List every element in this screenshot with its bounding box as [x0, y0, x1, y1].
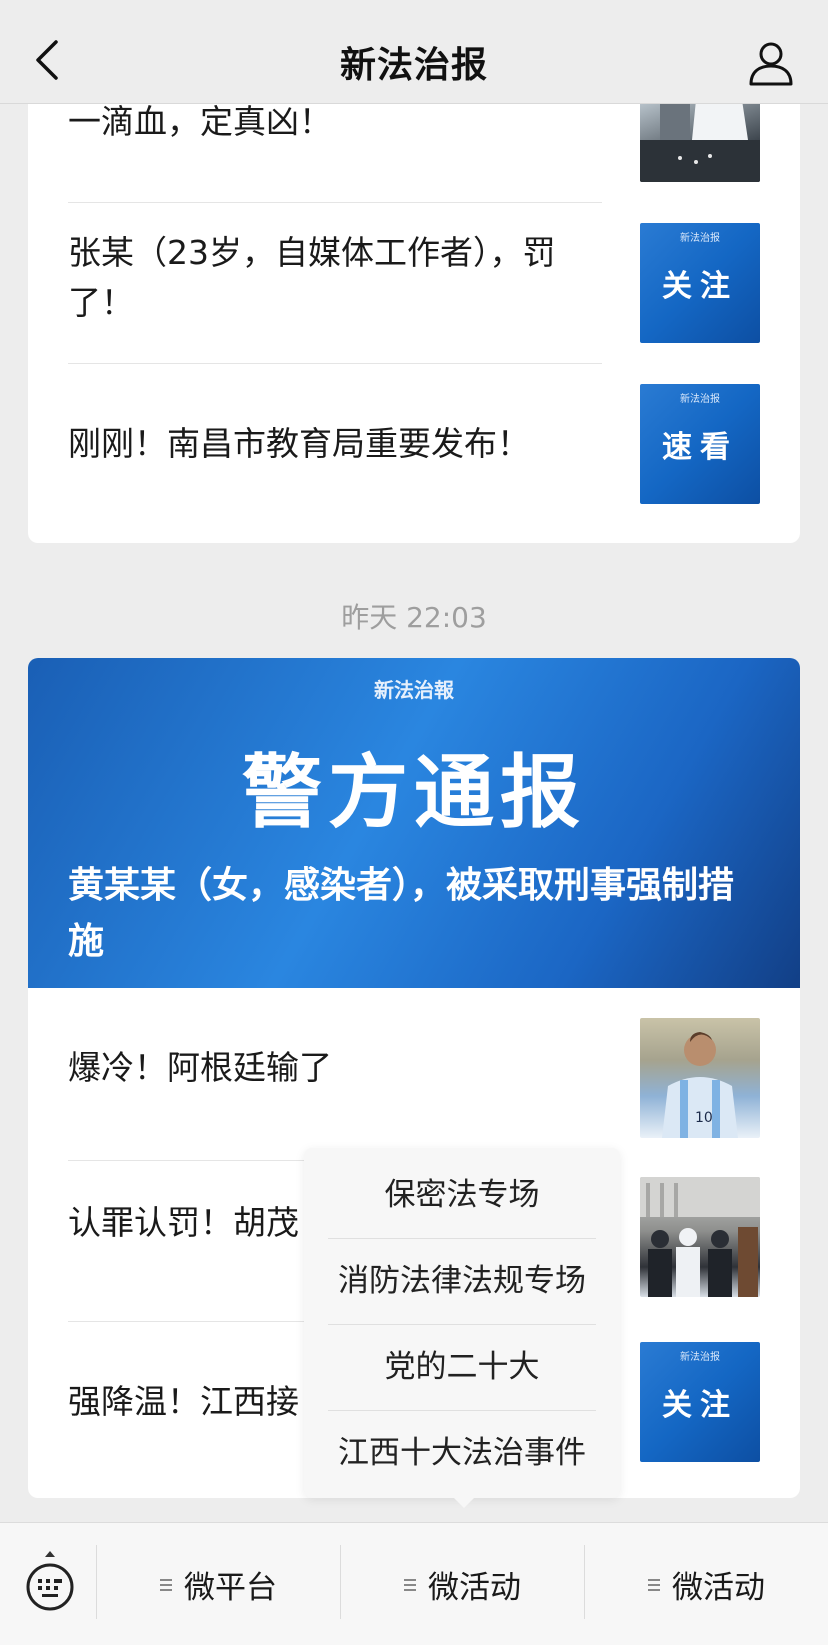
football-player-art: 10: [662, 1032, 738, 1138]
svg-text:10: 10: [695, 1110, 713, 1126]
person-icon[interactable]: [746, 38, 796, 88]
article-title[interactable]: 一滴血，定真凶！: [68, 97, 568, 147]
keyboard-icon[interactable]: [22, 1551, 78, 1611]
submenu-item[interactable]: 党的二十大: [304, 1324, 620, 1410]
article-thumbnail: 新法治报 关注: [640, 1342, 760, 1462]
menu-lines-icon: [160, 1576, 172, 1594]
article-thumbnail: 新法治报 速看: [640, 384, 760, 504]
menu-tab-wei-activity-2[interactable]: 微活动: [585, 1523, 828, 1645]
menu-lines-icon: [404, 1576, 416, 1594]
thumbnail-masthead: 新法治报: [680, 394, 720, 405]
submenu-item[interactable]: 保密法专场: [304, 1152, 620, 1238]
thumbnail-word: 关注: [662, 269, 738, 304]
thumbnail-word: 速看: [662, 430, 738, 465]
menu-tab-label: 微活动: [672, 1570, 765, 1606]
menu-tab-wei-activity[interactable]: 微活动: [341, 1523, 584, 1645]
cover-banner[interactable]: 新法治報 警方通报 黄某某（女，感染者），被采取刑事强制措施: [28, 658, 800, 988]
menu-tab-label: 微活动: [428, 1570, 521, 1606]
article-title[interactable]: 张某（23岁，自媒体工作者），罚了！: [68, 228, 588, 328]
bottom-menu-bar: 微平台 微活动 微活动: [0, 1522, 828, 1645]
article-title[interactable]: 爆冷！阿根廷输了: [68, 1043, 568, 1093]
thumbnail-masthead: 新法治报: [680, 233, 720, 244]
nav-header: 新法治报: [0, 0, 828, 104]
banner-title: 警方通报: [242, 746, 586, 839]
banner-masthead: 新法治報: [374, 678, 454, 702]
article-item[interactable]: 爆冷！阿根廷输了 10: [28, 988, 800, 1148]
article-card: 一滴血，定真凶！ 张某（23岁，自媒体工作者），罚了！ 新法治报 关注 刚刚！南…: [28, 60, 800, 543]
menu-tab-label: 微平台: [184, 1570, 277, 1606]
courtroom-art: [640, 1177, 760, 1297]
menu-tab-wei-platform[interactable]: 微平台: [97, 1523, 340, 1645]
thumbnail-word: 关注: [662, 1388, 738, 1423]
article-thumbnail: 新法治报 关注: [640, 223, 760, 343]
submenu-popup: 保密法专场 消防法律法规专场 党的二十大 江西十大法治事件: [304, 1148, 620, 1508]
article-title[interactable]: 刚刚！南昌市教育局重要发布！: [68, 419, 588, 469]
message-timestamp: 昨天 22:03: [341, 601, 487, 634]
thumbnail-masthead: 新法治报: [680, 1352, 720, 1363]
article-item[interactable]: 刚刚！南昌市教育局重要发布！ 新法治报 速看: [28, 364, 800, 524]
article-item[interactable]: 张某（23岁，自媒体工作者），罚了！ 新法治报 关注: [28, 203, 800, 363]
page-title: 新法治报: [339, 45, 488, 86]
menu-lines-icon: [648, 1576, 660, 1594]
courtroom-photo: [640, 1177, 760, 1297]
banner-headline[interactable]: 黄某某（女，感染者），被采取刑事强制措施: [68, 858, 748, 970]
football-player-photo: 10: [640, 1018, 760, 1138]
submenu-item[interactable]: 江西十大法治事件: [304, 1410, 620, 1496]
submenu-item[interactable]: 消防法律法规专场: [304, 1238, 620, 1324]
submenu-caret: [454, 1498, 474, 1508]
